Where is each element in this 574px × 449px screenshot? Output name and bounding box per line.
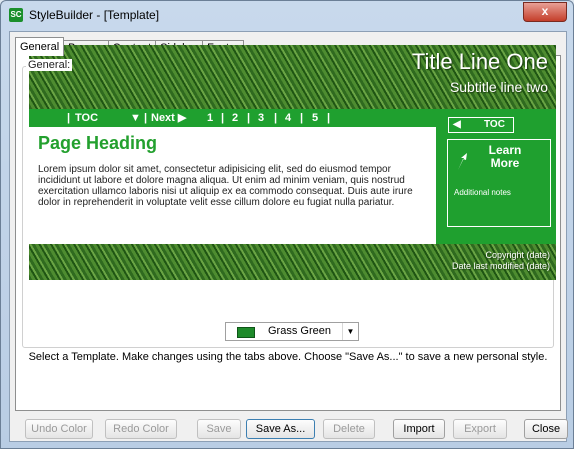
banner-subtitle: Subtitle line two <box>449 79 548 95</box>
app-icon: SC <box>9 8 23 22</box>
nav-separator: | <box>67 112 71 124</box>
nav-separator: | <box>300 112 304 124</box>
additional-notes: Additional notes <box>454 188 511 197</box>
nav-separator: | <box>221 112 225 124</box>
undo-color-button[interactable]: Undo Color <box>25 419 93 439</box>
export-button[interactable]: Export <box>453 419 507 439</box>
save-as-button[interactable]: Save As... <box>246 419 315 439</box>
nav-separator: | <box>247 112 251 124</box>
nav-page-1: 1 <box>207 112 214 124</box>
learn-more-label: Learn More <box>488 143 522 170</box>
nav-page-5: 5 <box>312 112 319 124</box>
nav-toc: TOC <box>75 112 99 124</box>
preview-navbar: | TOC ▼ | Next ▶ 1 | 2 | 3 | 4 | 5 | <box>29 109 436 127</box>
instructions-text: Select a Template. Make changes using th… <box>28 351 548 363</box>
nav-page-2: 2 <box>232 112 239 124</box>
preview-content: Page Heading Lorem ipsum dolor sit amet,… <box>29 127 436 244</box>
back-arrow-icon: ◀ <box>453 119 461 130</box>
nav-separator: | <box>144 112 148 124</box>
window-title: StyleBuilder - [Template] <box>29 8 160 22</box>
template-preview: Title Line One Subtitle line two | TOC ▼… <box>29 45 556 280</box>
save-button[interactable]: Save <box>197 419 241 439</box>
general-group-label: General: <box>26 59 73 71</box>
sidebar-toc-label: TOC <box>484 119 505 130</box>
footer-text: Copyright (date) Date last modified (dat… <box>452 250 550 272</box>
learn-more-box: Learn More Additional notes <box>447 139 551 227</box>
body-text: Lorem ipsum dolor sit amet, consectetur … <box>38 164 413 208</box>
cursor-icon <box>458 153 467 170</box>
page-heading: Page Heading <box>38 133 158 153</box>
import-button[interactable]: Import <box>393 419 445 439</box>
nav-separator: | <box>327 112 331 124</box>
banner-title: Title Line One <box>411 49 548 74</box>
chevron-down-icon[interactable]: ▼ <box>342 323 358 340</box>
footer-copyright: Copyright (date) <box>485 250 550 260</box>
window-close-button[interactable]: x <box>523 2 567 22</box>
redo-color-button[interactable]: Redo Color <box>105 419 177 439</box>
nav-page-3: 3 <box>258 112 265 124</box>
preview-footer: Copyright (date) Date last modified (dat… <box>29 244 556 280</box>
close-button[interactable]: Close <box>524 419 568 439</box>
stylebuilder-window: SC StyleBuilder - [Template] x General B… <box>0 0 574 449</box>
nav-page-4: 4 <box>285 112 292 124</box>
delete-button[interactable]: Delete <box>323 419 375 439</box>
template-select-value: Grass Green <box>268 325 331 337</box>
nav-next: Next ▶ <box>151 112 187 124</box>
preview-sidebar: ◀ TOC Learn More Additional notes <box>436 109 556 244</box>
tab-general[interactable]: General <box>15 37 65 56</box>
color-swatch <box>237 327 255 338</box>
nav-dropdown-icon: ▼ <box>130 112 141 124</box>
title-bar[interactable]: SC StyleBuilder - [Template] x <box>1 1 573 29</box>
nav-separator: | <box>274 112 278 124</box>
sidebar-toc-box: ◀ TOC <box>448 117 514 133</box>
preview-banner: Title Line One Subtitle line two <box>29 45 556 109</box>
footer-modified: Date last modified (date) <box>451 261 550 271</box>
template-select[interactable]: Grass Green ▼ <box>225 322 359 341</box>
